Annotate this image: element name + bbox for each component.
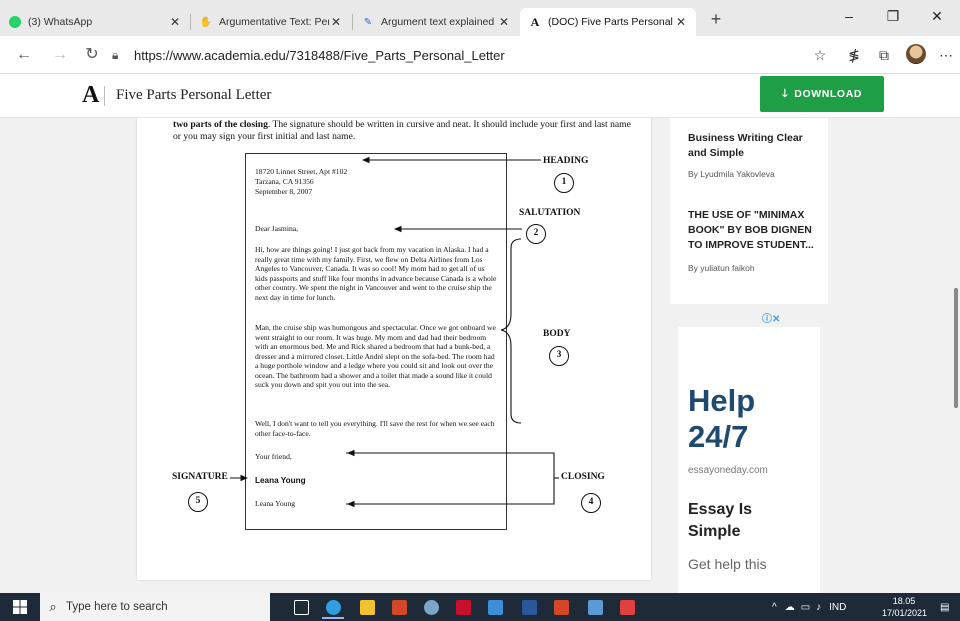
related-documents-card: Business Writing Clear and Simple By Lyu… <box>670 118 828 304</box>
hand-icon: ✋ <box>199 16 213 28</box>
related-doc-author: By Lyudmila Yakovleva <box>688 169 775 179</box>
clock-time: 18.05 <box>892 596 916 606</box>
favorites-list-icon[interactable]: ≸ <box>843 44 865 66</box>
heading-number: 1 <box>554 173 574 193</box>
mail-icon[interactable] <box>480 595 510 619</box>
onedrive-icon[interactable]: ☁ <box>785 602 795 613</box>
academia-logo[interactable]: A <box>82 82 99 109</box>
powerpoint-icon[interactable] <box>546 595 576 619</box>
download-label: DOWNLOAD <box>794 88 863 100</box>
navigation-bar: ← → ↻ 🔒︎ https://www.academia.edu/731848… <box>0 36 960 74</box>
more-menu-icon[interactable]: ⋯ <box>935 44 957 66</box>
file-explorer-icon[interactable] <box>352 595 382 619</box>
signature-label: SIGNATURE <box>172 472 228 482</box>
url-text: https://www.academia.edu/7318488/Five_Pa… <box>134 47 505 63</box>
taskbar-search[interactable]: ⌕ Type here to search <box>40 593 270 621</box>
app-paint-icon[interactable] <box>612 595 642 619</box>
close-icon[interactable]: ✕ <box>497 15 511 29</box>
close-window-button[interactable]: ✕ <box>914 0 960 32</box>
close-icon[interactable]: ✕ <box>168 15 182 29</box>
ad-help-line-2: 24/7 <box>688 419 749 454</box>
address-bar[interactable]: 🔒︎ https://www.academia.edu/7318488/Five… <box>112 42 792 68</box>
lock-icon: 🔒︎ <box>112 47 119 62</box>
volume-icon[interactable]: ♪ <box>816 602 821 613</box>
mcafee-icon[interactable] <box>448 595 478 619</box>
favorite-star-icon[interactable]: ☆ <box>809 44 831 66</box>
ad-choices-icon[interactable]: ⓘ✕ <box>762 310 780 325</box>
ad-help-line-1: Help <box>688 383 756 418</box>
tab-five-parts-letter[interactable]: A (DOC) Five Parts Personal Letter ✕ <box>520 8 696 36</box>
tab-title: Argument text explained for prim <box>381 16 497 28</box>
word-icon[interactable] <box>514 595 544 619</box>
tab-whatsapp[interactable]: (3) WhatsApp ✕ <box>0 8 190 36</box>
related-doc-title[interactable]: Business Writing Clear and Simple <box>688 131 818 161</box>
show-hidden-icons-icon[interactable]: ^ <box>772 602 777 613</box>
tab-argumentative-text[interactable]: ✋ Argumentative Text: Pengertian, ✕ <box>191 8 351 36</box>
heading-label: HEADING <box>543 156 589 166</box>
academia-icon: A <box>530 14 540 29</box>
ad-domain: essayoneday.com <box>688 465 768 476</box>
restore-button[interactable]: ❐ <box>870 0 916 32</box>
content-area: two parts of the closing. The signature … <box>0 118 960 593</box>
related-doc-author: By yuliatun faikoh <box>688 263 755 273</box>
whatsapp-icon <box>8 15 22 29</box>
search-placeholder: Type here to search <box>66 601 168 613</box>
windows-logo-icon <box>13 600 27 614</box>
search-icon: ⌕ <box>49 599 57 614</box>
notification-icon[interactable]: ▤ <box>940 593 949 621</box>
new-tab-button[interactable]: + <box>702 8 730 32</box>
taskbar: ⌕ Type here to search ^ ☁ ▭ ♪ IND 18.05 … <box>0 593 960 621</box>
refresh-icon[interactable]: ↻ <box>80 43 104 67</box>
closing-number: 4 <box>581 493 601 513</box>
ad-help-text: Help 24/7 <box>688 383 755 455</box>
closing-label: CLOSING <box>561 472 605 482</box>
network-icon[interactable]: ▭ <box>801 602 810 613</box>
related-doc-title[interactable]: THE USE OF "MINIMAX BOOK" BY BOB DIGNEN … <box>688 208 818 253</box>
close-icon[interactable]: ✕ <box>674 15 688 29</box>
body-number: 3 <box>549 346 569 366</box>
advertisement[interactable]: Help 24/7 essayoneday.com Essay Is Simpl… <box>678 327 820 593</box>
back-arrow-icon[interactable]: ← <box>12 43 36 67</box>
salutation-label: SALUTATION <box>519 208 581 218</box>
clock[interactable]: 18.05 17/01/2021 <box>882 595 928 619</box>
edge-icon[interactable] <box>318 595 348 619</box>
ad-subtext: Get help this <box>688 556 767 572</box>
close-icon[interactable]: ✕ <box>329 15 343 29</box>
site-header: A Five Parts Personal Letter 🡓 DOWNLOAD <box>0 74 960 118</box>
page-title: Five Parts Personal Letter <box>116 87 272 103</box>
collections-icon[interactable]: ⧉ <box>873 44 895 66</box>
download-button[interactable]: 🡓 DOWNLOAD <box>760 76 884 112</box>
tab-title: (3) WhatsApp <box>28 16 93 28</box>
tab-strip: (3) WhatsApp ✕ ✋ Argumentative Text: Pen… <box>0 0 960 36</box>
signature-number: 5 <box>188 492 208 512</box>
tab-title: Argumentative Text: Pengertian, <box>219 16 329 28</box>
minimize-button[interactable]: – <box>826 0 872 32</box>
camera-icon[interactable] <box>416 595 446 619</box>
forward-arrow-icon[interactable]: → <box>48 43 72 67</box>
language-indicator[interactable]: IND <box>829 602 846 613</box>
task-view-icon[interactable] <box>286 595 316 619</box>
download-arrow-icon: 🡓 <box>781 87 789 100</box>
body-label: BODY <box>543 329 571 339</box>
tab-argument-text-explained[interactable]: ✎ Argument text explained for prim ✕ <box>353 8 519 36</box>
pencil-icon: ✎ <box>363 16 373 28</box>
document-page: two parts of the closing. The signature … <box>137 118 651 580</box>
scrollbar-thumb[interactable] <box>954 288 958 408</box>
annotation-arrows <box>230 156 559 508</box>
ad-headline: Essay Is Simple <box>688 501 753 540</box>
tab-title: (DOC) Five Parts Personal Letter <box>548 16 674 28</box>
salutation-number: 2 <box>526 224 546 244</box>
windows-start-button[interactable] <box>0 593 40 621</box>
system-tray: ^ ☁ ▭ ♪ IND <box>772 593 846 621</box>
app-blue-icon[interactable] <box>580 595 610 619</box>
header-divider <box>104 86 105 106</box>
profile-avatar[interactable] <box>906 44 926 64</box>
clock-date: 17/01/2021 <box>882 608 928 618</box>
app-red-icon[interactable] <box>384 595 414 619</box>
